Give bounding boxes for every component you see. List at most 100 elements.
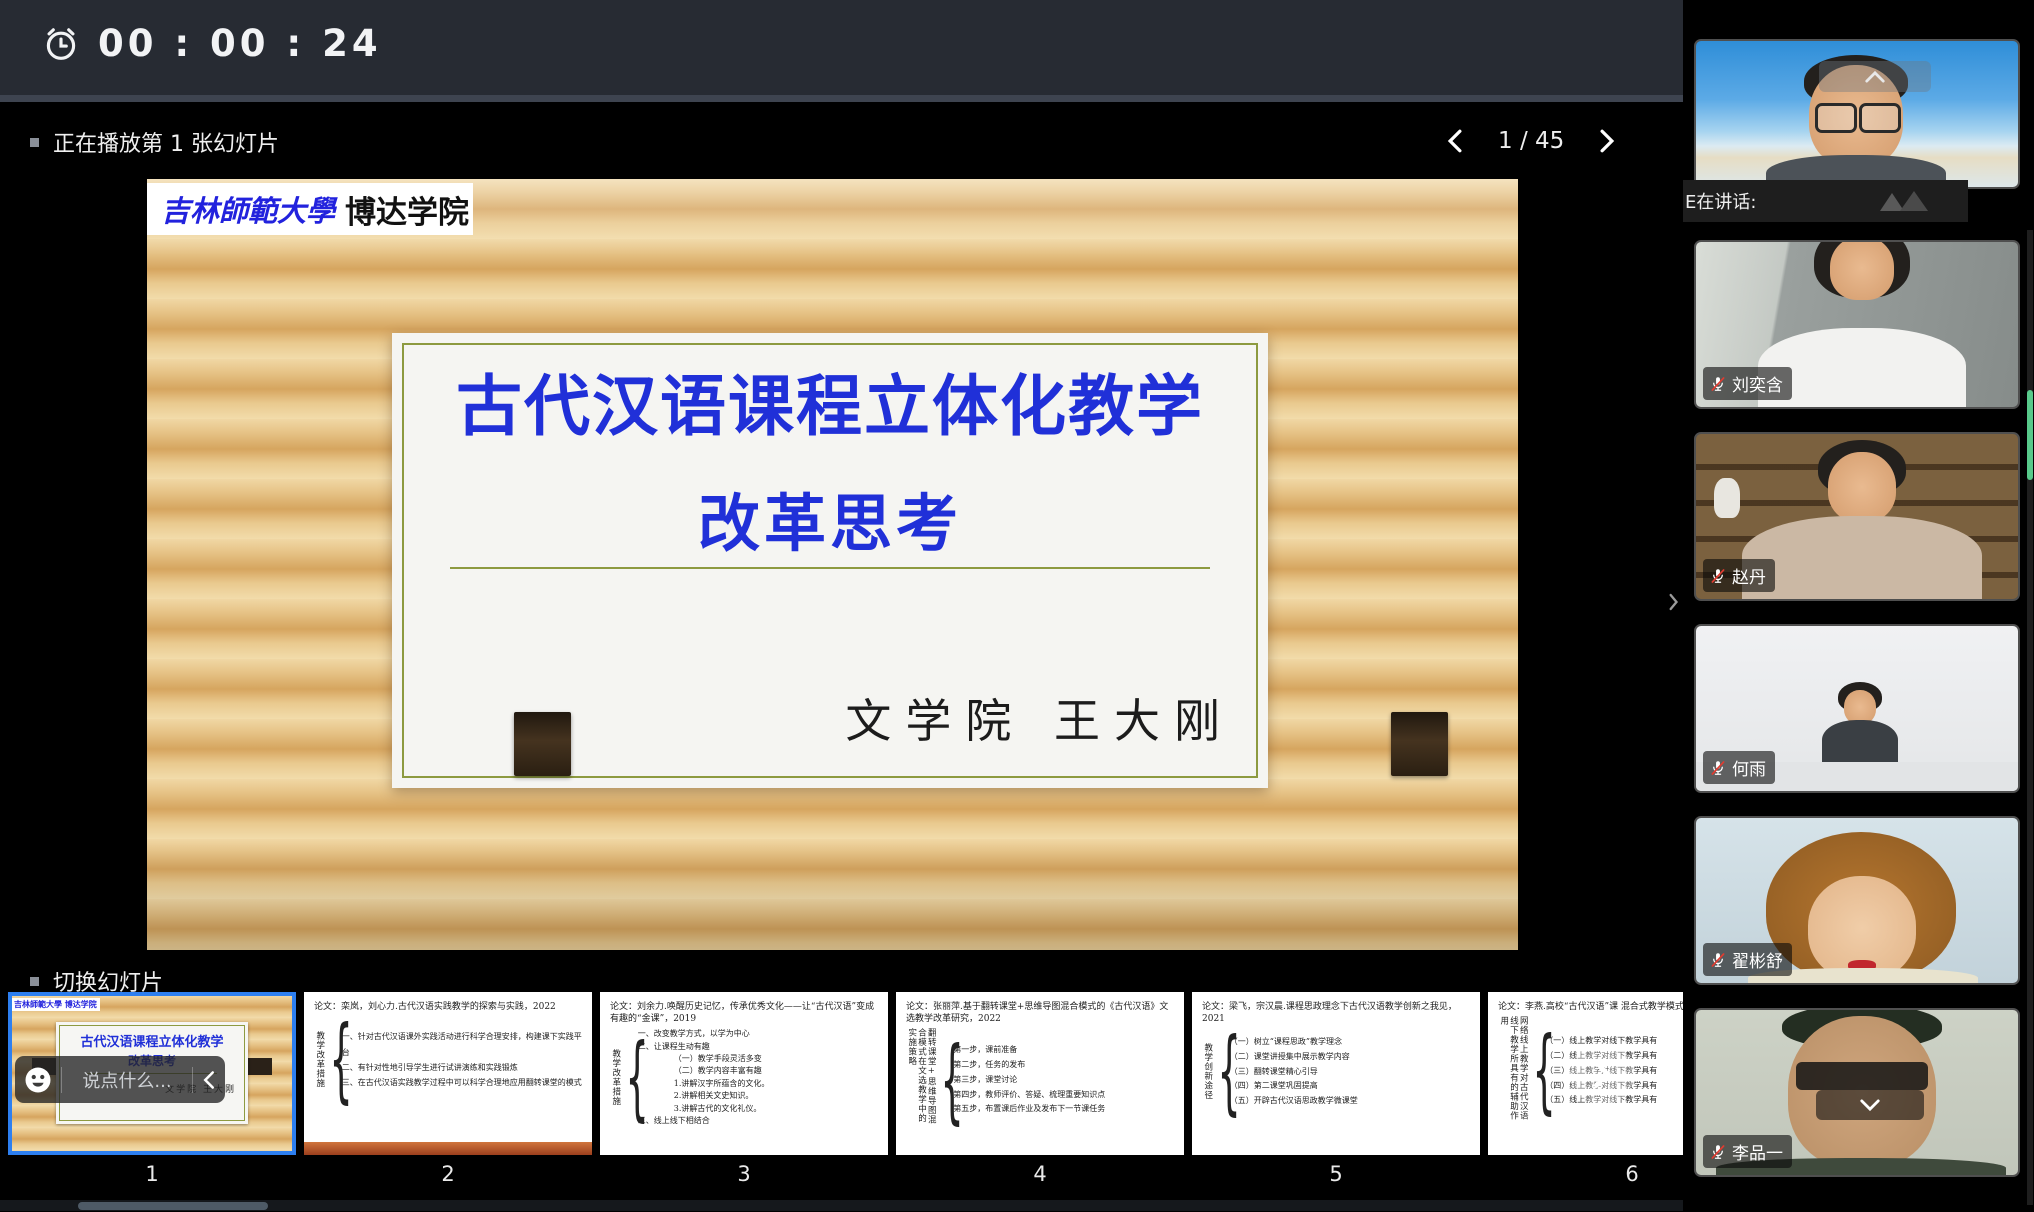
participant-nametag: 李品一 — [1703, 1135, 1792, 1168]
next-thumbnails-button[interactable] — [1570, 1042, 1634, 1106]
chevron-right-icon[interactable] — [1592, 126, 1622, 156]
scroll-down-videos-button[interactable] — [1816, 1090, 1924, 1120]
paper-item: 二、有针对性地引导学生进行试讲演练和实践锻炼 — [342, 1060, 582, 1075]
shared-slide: 吉林師範大學 博达学院 古代汉语课程立体化教学 改革思考 文学院 王大刚 — [147, 179, 1518, 950]
shelf-vase — [1714, 478, 1740, 518]
paper-item: 第一步，课前准备 — [953, 1043, 1105, 1058]
meeting-window: 00 : 00 : 24 正在播放第 1 张幻灯片 1 / 45 吉林師範大學 … — [0, 0, 2034, 1212]
side-label: 网络线上教学对古代汉语线下教学所具有的辅助作用 — [1498, 1016, 1527, 1126]
mini-logo: 吉林師範大學 博达学院 — [12, 998, 100, 1011]
horizontal-scrollbar-thumb[interactable] — [78, 1202, 268, 1210]
side-label: 教学创新途径 — [1202, 1043, 1212, 1100]
mini-ribbon-right — [246, 1058, 272, 1075]
paper-item: 三、在古代汉语实践教学过程中可以科学合理地应用翻转课堂的模式 — [342, 1075, 582, 1090]
thumbnail-image[interactable]: 论文：张丽萍.基于翻转课堂+思维导图混合模式的《古代汉语》文选教学改革研究，20… — [896, 992, 1184, 1155]
now-playing-label: 正在播放第 1 张幻灯片 — [53, 126, 279, 158]
emoji-icon[interactable] — [23, 1065, 53, 1095]
thumbnail-image[interactable]: 论文：梁飞，宗汉晨.课程思政理念下古代汉语教学创新之我见，2021 教学创新途径… — [1192, 992, 1480, 1155]
collapse-chat-icon[interactable] — [201, 1070, 217, 1090]
brace-glyph: { — [329, 1016, 336, 1103]
paper-header: 论文：张丽萍.基于翻转课堂+思维导图混合模式的《古代汉语》文选教学改革研究，20… — [906, 1001, 1174, 1025]
video-tile-participant[interactable]: 李品一 — [1694, 1008, 2020, 1177]
mic-muted-icon — [1709, 567, 1727, 585]
vertical-scrollbar-thumb[interactable] — [2027, 390, 2033, 480]
paper-item: （五）开辟古代汉语思政教学微课堂 — [1230, 1094, 1358, 1109]
glasses-icon — [1859, 103, 1901, 133]
chat-input[interactable]: 说点什么... — [70, 1067, 184, 1093]
slide-thumbnail-4[interactable]: 论文：张丽萍.基于翻转课堂+思维导图混合模式的《古代汉语》文选教学改革研究，20… — [896, 992, 1184, 1186]
thumbnail-number: 6 — [1488, 1162, 1683, 1186]
slide-author: 文学院 王大刚 — [845, 685, 1234, 751]
video-tile-participant[interactable]: 赵丹 — [1694, 432, 2020, 601]
paper-item: 1.讲解汉字所蕴含的文化。 — [674, 1078, 770, 1090]
paper-items: （一）树立“课程思政”教学理念 （二）课堂讲授集中展示教学内容 （三）翻转课堂精… — [1230, 1035, 1358, 1109]
brace-glyph: { — [625, 1034, 632, 1121]
sidebar-collapse-handle[interactable] — [1666, 582, 1682, 622]
video-tile-participant[interactable]: 翟彬舒 — [1694, 816, 2020, 985]
brace-glyph: { — [1217, 1028, 1224, 1115]
participant-name: 李品一 — [1732, 1139, 1783, 1164]
participant-nametag: 赵丹 — [1703, 559, 1775, 592]
side-label: 翻转课堂+思维导图混合模式在文选教学中的实施策略 — [906, 1028, 935, 1132]
logo-university-text: 吉林師範大學 — [161, 188, 335, 230]
video-tile-host[interactable] — [1694, 39, 2020, 189]
avatar-face — [1828, 452, 1896, 522]
paper-item: 一、针对古代汉语课外实践活动进行科学合理安排，构建课下实践平台 — [342, 1029, 582, 1059]
avatar-face — [1830, 240, 1894, 300]
slide-thumbnail-3[interactable]: 论文：刘余力.唤醒历史记忆，传承优秀文化——让“古代汉语”变成有趣的“金课”，2… — [600, 992, 888, 1186]
video-tile-participant[interactable]: 何雨 — [1694, 624, 2020, 793]
slide-thumbnail-5[interactable]: 论文：梁飞，宗汉晨.课程思政理念下古代汉语教学创新之我见，2021 教学创新途径… — [1192, 992, 1480, 1186]
collapse-videos-button[interactable] — [1819, 61, 1931, 92]
participant-name: 何雨 — [1732, 755, 1766, 780]
paper-body: 教学创新途径 { （一）树立“课程思政”教学理念 （二）课堂讲授集中展示教学内容… — [1202, 1028, 1470, 1115]
participants-sidebar: E在讲话: — [1683, 0, 2034, 1212]
participant-nametag: 翟彬舒 — [1703, 943, 1792, 976]
top-bar-divider — [0, 95, 1690, 102]
meeting-watermark-icon — [1876, 187, 1940, 215]
paper-slide: 论文：刘余力.唤醒历史记忆，传承优秀文化——让“古代汉语”变成有趣的“金课”，2… — [600, 992, 888, 1155]
title-underline — [450, 567, 1210, 569]
participant-name: 赵丹 — [1732, 563, 1766, 588]
paper-item: 第二步，任务的发布 — [953, 1058, 1105, 1073]
side-label: 教学改革措施 — [314, 1031, 324, 1088]
university-logo: 吉林師範大學 博达学院 — [147, 183, 473, 235]
speaking-label: E在讲话: — [1685, 188, 1756, 214]
bullet-square-icon — [30, 138, 39, 147]
thumbnail-image[interactable]: 论文：刘余力.唤醒历史记忆，传承优秀文化——让“古代汉语”变成有趣的“金课”，2… — [600, 992, 888, 1155]
paper-item: 二、让课程生动有趣 — [638, 1041, 770, 1053]
meeting-timer: 00 : 00 : 24 — [40, 22, 382, 65]
paper-item: 第五步，布置课后作业及发布下一节课任务 — [953, 1102, 1105, 1117]
chevron-left-icon[interactable] — [1440, 126, 1470, 156]
alarm-clock-icon — [40, 23, 82, 65]
paper-item: （二）课堂讲授集中展示教学内容 — [1230, 1050, 1358, 1065]
paper-items: 一、改变教学方式，以学为中心 二、让课程生动有趣 （一）教学手段灵活多变 （二）… — [638, 1028, 770, 1127]
paper-item: 第三步，课堂讨论 — [953, 1073, 1105, 1088]
thumbnail-number: 5 — [1192, 1162, 1480, 1186]
paper-item: （四）第二课堂巩固提高 — [1230, 1079, 1358, 1094]
paper-item: 2.讲解相关文史知识。 — [674, 1090, 770, 1102]
avatar-torso — [1742, 516, 1982, 601]
paper-item: 3.讲解古代的文化礼仪。 — [674, 1103, 770, 1115]
paper-item: （三）翻转课堂精心引导 — [1230, 1065, 1358, 1080]
thumbnail-number: 1 — [8, 1162, 296, 1186]
paper-item: 第四步，教师评价、答疑、梳理重要知识点 — [953, 1088, 1105, 1103]
ribbon-tab-right — [1391, 712, 1448, 776]
sunglasses-icon — [1796, 1062, 1928, 1090]
chat-quick-bar: 说点什么... — [15, 1056, 225, 1103]
brace-glyph: { — [1533, 1027, 1540, 1114]
brace-glyph: { — [941, 1037, 948, 1124]
avatar-torso — [1822, 720, 1898, 764]
paper-body: 翻转课堂+思维导图混合模式在文选教学中的实施策略 { 第一步，课前准备 第二步，… — [906, 1028, 1174, 1132]
slide-thumbnail-2[interactable]: 论文：栾岚，刘心力.古代汉语实践教学的探索与实践，2022 教学改革措施 { 一… — [304, 992, 592, 1186]
paper-body: 教学改革措施 { 一、改变教学方式，以学为中心 二、让课程生动有趣 （一）教学手… — [610, 1028, 878, 1127]
timer-value: 00 : 00 : 24 — [98, 22, 382, 65]
video-tile-participant[interactable]: 刘奕含 — [1694, 240, 2020, 409]
paper-item: （二）教学内容丰富有趣 — [674, 1065, 770, 1077]
paper-header: 论文：梁飞，宗汉晨.课程思政理念下古代汉语教学创新之我见，2021 — [1202, 1001, 1470, 1025]
slide-page-nav: 1 / 45 — [1440, 126, 1622, 156]
thumbnail-number: 4 — [896, 1162, 1184, 1186]
horizontal-scrollbar — [0, 1200, 1683, 1211]
paper-item: 一、改变教学方式，以学为中心 — [638, 1028, 770, 1040]
paper-header: 论文：栾岚，刘心力.古代汉语实践教学的探索与实践，2022 — [314, 1001, 582, 1013]
thumbnail-image[interactable]: 论文：栾岚，刘心力.古代汉语实践教学的探索与实践，2022 教学改革措施 { 一… — [304, 992, 592, 1155]
